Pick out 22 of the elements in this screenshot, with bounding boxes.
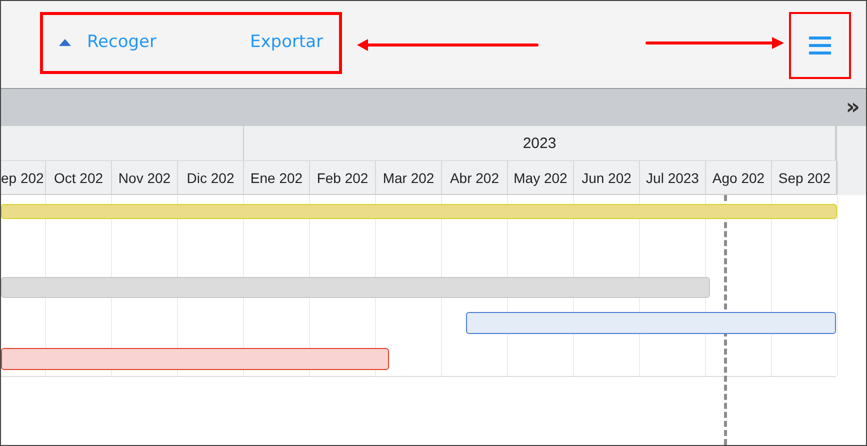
year-label: 2023: [244, 126, 836, 160]
month-label: Dic 202: [178, 161, 244, 194]
collapse-button[interactable]: Recoger: [53, 30, 160, 54]
month-label: Jun 202: [574, 161, 640, 194]
month-label: Sep 202: [772, 161, 838, 194]
month-label: Oct 202: [46, 161, 112, 194]
month-label: Jul 2023: [640, 161, 706, 194]
month-label: Nov 202: [112, 161, 178, 194]
caret-icon: [57, 38, 73, 46]
month-label: Ene 202: [244, 161, 310, 194]
month-label: Feb 202: [310, 161, 376, 194]
month-label: Abr 202: [442, 161, 508, 194]
expand-button[interactable]: »: [846, 96, 860, 118]
task-bar[interactable]: [466, 312, 836, 334]
task-bar[interactable]: [1, 348, 389, 370]
month-label: Mar 202: [376, 161, 442, 194]
export-button[interactable]: Exportar: [246, 30, 328, 54]
menu-icon[interactable]: [809, 36, 831, 55]
month-label: Ago 202: [706, 161, 772, 194]
annotation-box: [789, 12, 851, 79]
month-label: ep 202: [1, 161, 46, 194]
month-label: May 202: [508, 161, 574, 194]
